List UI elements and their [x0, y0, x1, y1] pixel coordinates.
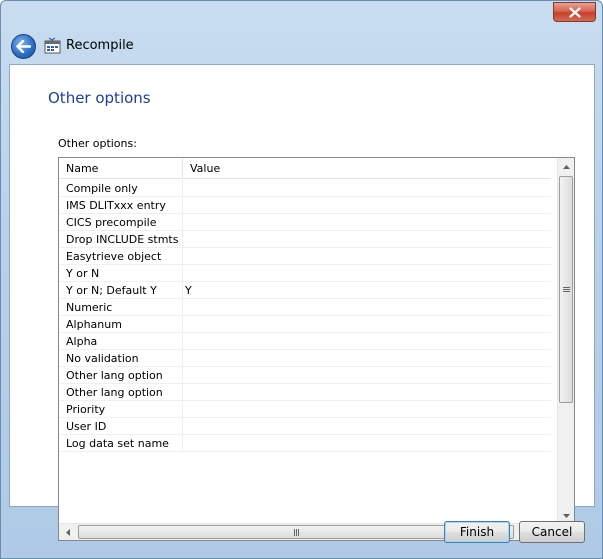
arrow-down-icon — [563, 513, 570, 518]
option-value[interactable] — [183, 231, 551, 248]
option-value[interactable] — [183, 350, 551, 367]
option-value[interactable] — [183, 299, 551, 316]
option-name: Drop INCLUDE stmts — [59, 231, 183, 248]
wizard-window: Recompile Other options Other options: N… — [0, 0, 603, 559]
title-bar — [1, 1, 602, 31]
content-panel: Other options Other options: Name Value … — [9, 64, 595, 541]
option-name: Easytrieve object — [59, 248, 183, 265]
column-header-value[interactable]: Value — [183, 158, 551, 179]
option-value[interactable] — [183, 367, 551, 384]
option-value[interactable] — [183, 197, 551, 214]
table-row[interactable]: IMS DLITxxx entry — [59, 197, 551, 214]
arrow-left-small-icon — [65, 529, 70, 536]
table-row[interactable]: Other lang option — [59, 384, 551, 401]
close-icon — [568, 6, 581, 18]
option-name: Other lang option — [59, 384, 183, 401]
scroll-left-button[interactable] — [59, 524, 76, 540]
vertical-scroll-thumb[interactable] — [559, 176, 573, 403]
back-button[interactable] — [11, 34, 36, 59]
column-header-name[interactable]: Name — [59, 158, 183, 179]
option-value[interactable] — [183, 418, 551, 435]
arrow-up-icon — [563, 164, 570, 169]
option-name: Y or N; Default Y — [59, 282, 183, 299]
option-name: Y or N — [59, 265, 183, 282]
list-rows: Compile only IMS DLITxxx entry CICS precom… — [59, 180, 551, 452]
page-title: Other options — [48, 89, 151, 107]
arrow-left-icon — [16, 40, 31, 53]
finish-button[interactable]: Finish — [444, 521, 510, 543]
cancel-button-label: Cancel — [531, 525, 573, 539]
table-row[interactable]: Y or N; Default YY — [59, 282, 551, 299]
nav-bar: Recompile — [1, 31, 602, 63]
option-name: Log data set name — [59, 435, 183, 452]
table-row[interactable]: User ID — [59, 418, 551, 435]
option-name: User ID — [59, 418, 183, 435]
options-label: Other options: — [58, 137, 137, 150]
table-row[interactable]: Easytrieve object — [59, 248, 551, 265]
option-value[interactable] — [183, 401, 551, 418]
cancel-button[interactable]: Cancel — [519, 521, 585, 543]
option-value[interactable] — [183, 214, 551, 231]
grip-icon — [293, 528, 299, 536]
option-name: CICS precompile — [59, 214, 183, 231]
option-name: Priority — [59, 401, 183, 418]
close-button[interactable] — [553, 2, 596, 22]
options-list[interactable]: Name Value Compile only IMS DLITxxx entry… — [58, 157, 575, 541]
recompile-app-icon — [44, 37, 61, 54]
option-name: No validation — [59, 350, 183, 367]
option-value[interactable] — [183, 384, 551, 401]
option-value[interactable] — [183, 316, 551, 333]
option-value[interactable] — [183, 265, 551, 282]
scroll-up-button[interactable] — [558, 158, 574, 175]
option-name: Alpha — [59, 333, 183, 350]
vertical-scrollbar[interactable] — [557, 158, 574, 524]
option-value[interactable]: Y — [183, 282, 551, 299]
table-row[interactable]: Alphanum — [59, 316, 551, 333]
table-row[interactable]: Compile only — [59, 180, 551, 197]
table-row[interactable]: Log data set name — [59, 435, 551, 452]
table-row[interactable]: No validation — [59, 350, 551, 367]
option-value[interactable] — [183, 248, 551, 265]
grip-icon — [562, 287, 570, 292]
option-name: Compile only — [59, 180, 183, 197]
option-name: Numeric — [59, 299, 183, 316]
table-row[interactable]: Other lang option — [59, 367, 551, 384]
window-title: Recompile — [66, 38, 134, 53]
table-row[interactable]: Priority — [59, 401, 551, 418]
table-row[interactable]: Y or N — [59, 265, 551, 282]
option-value[interactable] — [183, 435, 551, 452]
table-row[interactable]: CICS precompile — [59, 214, 551, 231]
option-value[interactable] — [183, 333, 551, 350]
option-name: IMS DLITxxx entry — [59, 197, 183, 214]
option-value[interactable] — [183, 180, 551, 197]
table-row[interactable]: Numeric — [59, 299, 551, 316]
option-name: Other lang option — [59, 367, 183, 384]
option-name: Alphanum — [59, 316, 183, 333]
table-row[interactable]: Alpha — [59, 333, 551, 350]
table-row[interactable]: Drop INCLUDE stmts — [59, 231, 551, 248]
finish-button-label: Finish — [459, 525, 495, 539]
list-header: Name Value — [59, 158, 551, 179]
